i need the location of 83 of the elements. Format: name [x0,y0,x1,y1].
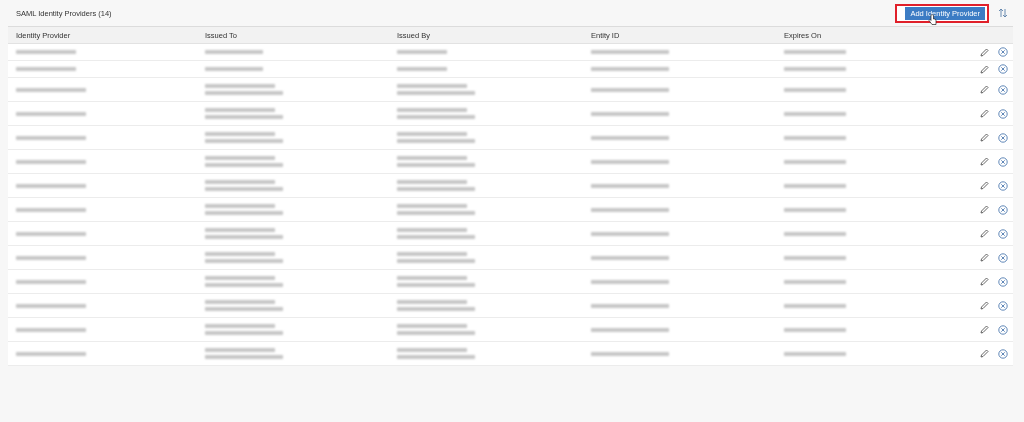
redacted-text [205,84,275,88]
redacted-text [16,303,86,308]
edit-icon[interactable] [980,205,989,214]
redacted-text [784,50,846,54]
delete-icon[interactable] [998,156,1008,167]
redacted-text [205,108,275,112]
redacted-text [205,348,275,352]
delete-icon[interactable] [998,64,1008,74]
redacted-text [16,135,86,140]
redacted-text [397,84,467,88]
redacted-text [205,276,275,280]
redacted-text [16,231,86,236]
redacted-text [397,108,467,112]
redacted-text [16,255,86,260]
redacted-text [397,228,467,232]
redacted-text [784,111,846,116]
delete-icon[interactable] [998,228,1008,239]
redacted-text [16,111,86,116]
edit-icon[interactable] [980,325,989,334]
edit-icon[interactable] [980,181,989,190]
redacted-text [205,132,275,136]
delete-icon[interactable] [998,132,1008,143]
edit-icon[interactable] [980,349,989,358]
redacted-text [16,50,76,54]
redacted-text [205,50,263,54]
redacted-text [16,351,86,356]
redacted-text [397,156,467,160]
edit-icon[interactable] [980,157,989,166]
redacted-text [205,228,275,232]
redacted-text [205,156,275,160]
redacted-text [16,67,76,71]
redacted-text [205,67,263,71]
redacted-text [784,67,846,71]
redacted-text [784,135,846,140]
delete-icon[interactable] [998,47,1008,57]
edit-icon[interactable] [980,301,989,310]
redacted-text [784,351,846,356]
edit-icon[interactable] [980,253,989,262]
redacted-text [397,50,447,54]
redacted-text [784,207,846,212]
redacted-text [205,300,275,304]
redacted-text [784,303,846,308]
redacted-text [784,327,846,332]
redacted-text [16,183,86,188]
redacted-text [784,279,846,284]
delete-icon[interactable] [998,276,1008,287]
edit-icon[interactable] [980,85,989,94]
delete-icon[interactable] [998,300,1008,311]
delete-icon[interactable] [998,348,1008,359]
redacted-text [397,252,467,256]
edit-icon[interactable] [980,277,989,286]
edit-icon[interactable] [980,109,989,118]
redacted-text [205,204,275,208]
redacted-text [16,279,86,284]
redacted-text [784,231,846,236]
redacted-text [397,348,467,352]
sort-icon[interactable] [998,8,1008,18]
redacted-text [784,87,846,92]
redacted-text [784,159,846,164]
delete-icon[interactable] [998,252,1008,263]
redacted-text [16,87,86,92]
redacted-text [397,180,467,184]
edit-icon[interactable] [980,133,989,142]
delete-icon[interactable] [998,108,1008,119]
redacted-text [205,324,275,328]
redacted-text [397,204,467,208]
redacted-text [205,252,275,256]
redacted-text [397,324,467,328]
delete-icon[interactable] [998,84,1008,95]
redacted-text [397,276,467,280]
redacted-text [16,327,86,332]
redacted-text [16,159,86,164]
delete-icon[interactable] [998,180,1008,191]
delete-icon[interactable] [998,204,1008,215]
redacted-text [205,180,275,184]
redacted-text [397,132,467,136]
redacted-text [397,300,467,304]
redacted-text [784,255,846,260]
redacted-text [784,183,846,188]
edit-icon[interactable] [980,229,989,238]
delete-icon[interactable] [998,324,1008,335]
redacted-text [397,67,447,71]
redacted-text [16,207,86,212]
